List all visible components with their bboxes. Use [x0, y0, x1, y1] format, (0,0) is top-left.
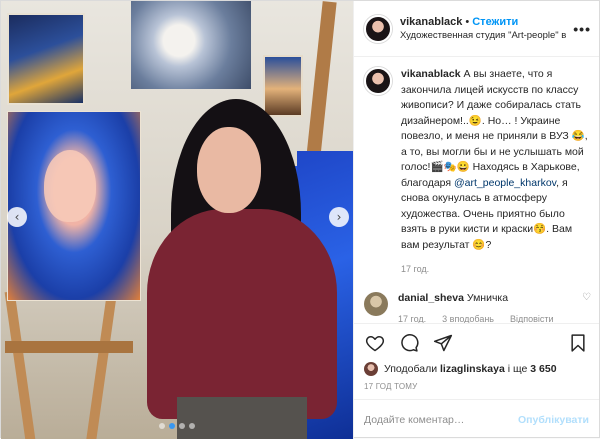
post-actions-bar: [354, 323, 599, 358]
comment-button[interactable]: [398, 332, 420, 354]
person-body: [147, 209, 337, 419]
carousel-dot: [179, 423, 185, 429]
commenter-username[interactable]: danial_sheva: [398, 292, 464, 304]
add-comment-form: Опублікувати: [354, 399, 599, 439]
comment-reply-button[interactable]: Відповісти: [510, 314, 554, 324]
comment-likes-count[interactable]: 3 вподобань: [442, 314, 494, 324]
painting-flowers: [131, 1, 251, 89]
chevron-left-icon: ‹: [14, 210, 20, 224]
comment-input[interactable]: [364, 413, 518, 426]
paper-plane-icon: [433, 334, 453, 352]
instagram-post: ‹ › vikanablack • Стежити Художественная с…: [0, 0, 600, 439]
painting-small-portrait: [263, 55, 303, 117]
more-options-icon[interactable]: •••: [569, 21, 591, 37]
post-timestamp: 17 ГОД ТОМУ: [364, 382, 418, 391]
chevron-right-icon: ›: [336, 210, 342, 224]
carousel-dot: [189, 423, 195, 429]
caption-time: 17 год.: [401, 264, 430, 274]
post-photo[interactable]: ‹ ›: [1, 1, 353, 439]
carousel-prev-button[interactable]: ‹: [7, 207, 27, 227]
carousel-indicators: [1, 423, 353, 429]
carousel-dot: [159, 423, 165, 429]
painting-night-lake: [7, 13, 85, 105]
caption-username[interactable]: vikanablack: [401, 68, 461, 80]
follow-button[interactable]: Стежити: [472, 16, 518, 28]
comment-time: 17 год.: [398, 313, 427, 324]
author-info: vikanablack • Стежити Художественная студи…: [400, 16, 569, 41]
caption-text: А вы знаете, что я закончила лицей искус…: [401, 68, 588, 189]
liker-username[interactable]: lizaglinskaya: [440, 363, 505, 375]
like-button[interactable]: [364, 332, 386, 354]
author-avatar[interactable]: [364, 14, 392, 43]
post-side-panel: vikanablack • Стежити Художественная студи…: [353, 1, 599, 439]
likes-count[interactable]: 3 650: [530, 363, 556, 375]
post-header: vikanablack • Стежити Художественная студи…: [354, 1, 599, 57]
caption-mention-link[interactable]: @art_people_kharkov: [454, 177, 556, 189]
commenter-avatar[interactable]: [364, 291, 388, 316]
comment-bubble-icon: [401, 334, 419, 352]
carousel-next-button[interactable]: ›: [329, 207, 349, 227]
comment-item: danial_sheva Умничка 17 год. 3 вподобань…: [364, 291, 591, 324]
caption-avatar[interactable]: [364, 67, 392, 95]
person-face: [197, 127, 261, 213]
separator-dot: •: [465, 16, 470, 28]
likes-prefix: Уподобали: [384, 363, 438, 375]
painted-portrait: [7, 111, 141, 301]
share-button[interactable]: [432, 332, 454, 354]
publish-button[interactable]: Опублікувати: [518, 414, 589, 426]
liker-avatar[interactable]: [364, 362, 378, 376]
likes-summary: Уподобали lizaglinskaya і ще 3 650: [354, 358, 599, 376]
carousel-dot: [169, 423, 175, 429]
person-skirt: [177, 397, 307, 439]
author-username[interactable]: vikanablack: [400, 16, 462, 28]
comment-like-heart-icon[interactable]: ♡: [582, 292, 591, 303]
save-button[interactable]: [567, 332, 589, 354]
comments-section: vikanablack А вы знаете, что я закончила…: [354, 57, 599, 323]
easel-crossbar: [5, 341, 133, 353]
painted-face: [44, 150, 96, 222]
post-caption: vikanablack А вы знаете, что я закончила…: [364, 67, 591, 278]
comment-text: Умничка: [466, 291, 509, 304]
heart-icon: [365, 336, 385, 352]
likes-connector: і ще: [507, 363, 528, 375]
post-location[interactable]: Художественная студия "Art-people" в Хар…: [400, 30, 569, 41]
bookmark-icon: [571, 334, 585, 352]
